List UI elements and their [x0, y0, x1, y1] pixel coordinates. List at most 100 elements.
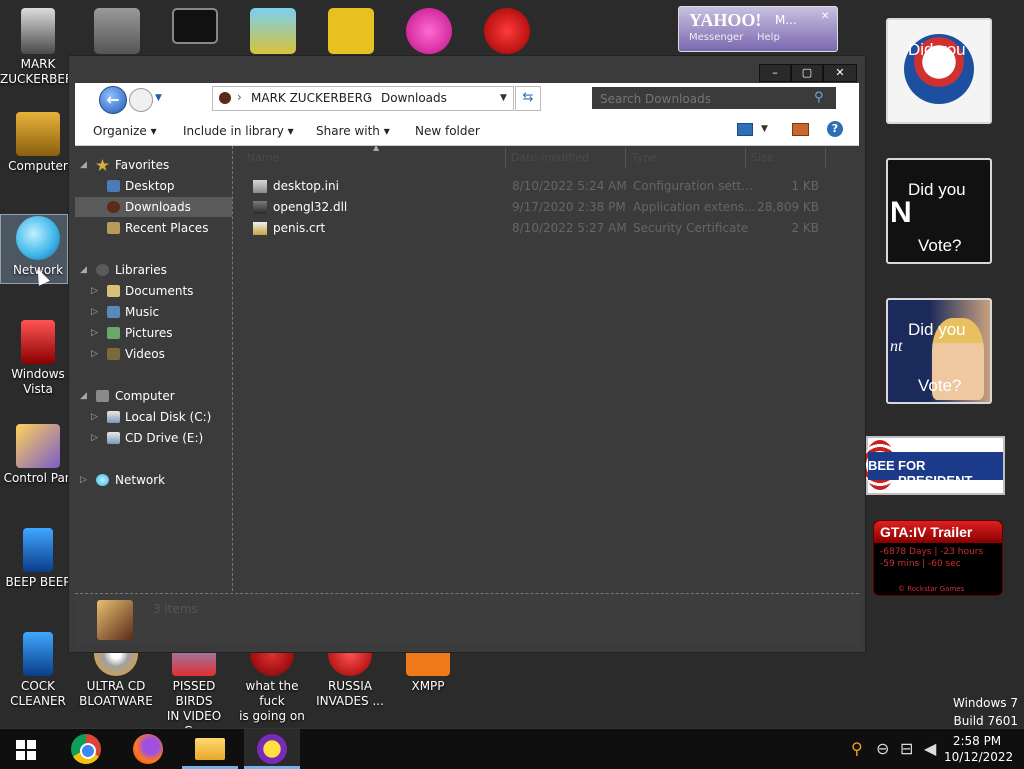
forward-button[interactable]: [129, 88, 153, 112]
taskbar-chrome[interactable]: [58, 729, 114, 769]
president-banner-gadget[interactable]: BEE FOR PRESIDENT: [864, 436, 1005, 495]
maximize-button[interactable]: ▢: [791, 64, 823, 82]
close-icon[interactable]: ✕: [821, 11, 829, 22]
sidebar-label: Libraries: [115, 263, 167, 277]
sidebar-item-pictures[interactable]: ▷ Pictures: [75, 323, 232, 343]
sidebar-item-cd-drive[interactable]: ▷ CD Drive (E:): [75, 428, 232, 448]
yahoo-messenger-gadget[interactable]: YAHOO! M... ✕ Messenger Help: [678, 6, 838, 52]
chevron-down-icon[interactable]: ▼: [761, 124, 768, 134]
sidebar-label: Videos: [125, 347, 165, 361]
taskbar-firefox[interactable]: [120, 729, 176, 769]
recent-places-icon: [107, 222, 120, 234]
column-header-type[interactable]: Type: [632, 151, 657, 164]
sidebar-item-videos[interactable]: ▷ Videos: [75, 344, 232, 364]
downloads-folder-large-icon: [97, 600, 133, 640]
taskbar-yahoo-messenger[interactable]: [244, 729, 300, 769]
desktop-icon-computer[interactable]: Computer: [0, 112, 76, 174]
minus-circle-icon[interactable]: ⊖: [876, 739, 889, 758]
breadcrumb-downloads[interactable]: Downloads: [381, 91, 447, 105]
sidebar-item-libraries[interactable]: ◢ Libraries: [75, 260, 232, 280]
search-box[interactable]: ⚲: [592, 87, 836, 111]
sidebar-item-documents[interactable]: ▷ Documents: [75, 281, 232, 301]
watermark-line1: Windows 7: [952, 696, 1018, 710]
vote-gadget-letter: nt: [890, 338, 903, 355]
search-icon[interactable]: ⚲: [851, 739, 863, 758]
table-row[interactable]: desktop.ini 8/10/2022 5:24 AM Configurat…: [233, 176, 859, 197]
yahoo-messenger-icon: [257, 734, 287, 764]
sidebar-item-computer[interactable]: ◢ Computer: [75, 386, 232, 406]
organize-button[interactable]: Organize ▾: [93, 124, 157, 138]
sidebar-label: Favorites: [115, 158, 170, 172]
desktop-icon-control-panel[interactable]: Control Pan: [0, 424, 76, 486]
search-icon[interactable]: ⚲: [814, 90, 824, 105]
new-folder-button[interactable]: New folder: [415, 124, 480, 138]
bad-piggies-icon[interactable]: [328, 8, 374, 54]
gta-countdown-line1: -6878 Days | -23 hours: [880, 547, 984, 557]
volume-icon[interactable]: ◀: [924, 739, 936, 758]
chrome-icon: [71, 734, 101, 764]
sidebar-label: Downloads: [125, 200, 191, 214]
sidebar-item-music[interactable]: ▷ Music: [75, 302, 232, 322]
desktop-icon-mark-zuckerberg[interactable]: MARK ZUCKERBERG: [0, 8, 83, 87]
paint-app-icon[interactable]: [406, 8, 452, 54]
help-icon[interactable]: ?: [827, 121, 843, 137]
search-input[interactable]: [592, 87, 812, 111]
preview-pane-icon[interactable]: [792, 123, 809, 136]
desktop-icon-windows-vista[interactable]: Windows Vista: [0, 320, 76, 397]
minimize-button[interactable]: –: [759, 64, 791, 82]
chevron-down-icon[interactable]: ▼: [500, 93, 507, 103]
share-with-button[interactable]: Share with ▾: [316, 124, 390, 138]
sidebar-item-network[interactable]: ▷ Network: [75, 470, 232, 490]
file-name: opengl32.dll: [273, 200, 348, 214]
network-tray-icon[interactable]: ⊟: [900, 739, 913, 758]
recent-pages-dropdown[interactable]: ▼: [155, 93, 162, 103]
sidebar-item-desktop[interactable]: Desktop: [75, 176, 232, 196]
desktop-icon-beep-beep[interactable]: BEEP BEEP: [0, 528, 76, 590]
clock-time: 2:58 PM: [952, 734, 1002, 748]
vote-gadget-n[interactable]: Did you N Vote?: [886, 158, 992, 264]
column-divider: [625, 148, 626, 168]
blue-file-icon: [23, 632, 53, 676]
vote-gadget-obama[interactable]: Did you: [886, 18, 992, 124]
view-options-icon[interactable]: [737, 123, 753, 136]
column-divider: [825, 148, 826, 168]
start-button[interactable]: [16, 740, 36, 760]
back-button[interactable]: ←: [99, 86, 127, 114]
file-list: Name ▲ Date modified Type Size desktop.i…: [233, 143, 859, 591]
column-header-size[interactable]: Size: [751, 151, 774, 164]
taskbar-file-explorer[interactable]: [182, 729, 238, 769]
command-prompt-icon[interactable]: [172, 8, 218, 44]
recycle-bin-icon: [21, 320, 55, 364]
clock-date: 10/12/2022: [944, 750, 1014, 764]
yahoo-brand: YAHOO!: [689, 10, 762, 30]
table-row[interactable]: opengl32.dll 9/17/2020 2:38 PM Applicati…: [233, 197, 859, 218]
dev-cpp-icon[interactable]: [484, 8, 530, 54]
sidebar-item-local-disk[interactable]: ▷ Local Disk (C:): [75, 407, 232, 427]
yahoo-help-link[interactable]: Help: [757, 32, 780, 43]
gta-countdown-gadget[interactable]: GTA:IV Trailer -6878 Days | -23 hours -5…: [873, 520, 1003, 596]
breadcrumb-user[interactable]: MARK ZUCKERBERG: [251, 91, 372, 105]
sidebar-item-favorites[interactable]: ◢ Favorites: [75, 155, 232, 175]
refresh-button[interactable]: ⇆: [515, 86, 541, 111]
desktop-icon-cock-cleaner[interactable]: COCK CLEANER: [0, 632, 76, 709]
sidebar-item-downloads[interactable]: Downloads: [75, 197, 232, 217]
table-row[interactable]: penis.crt 8/10/2022 5:27 AM Security Cer…: [233, 218, 859, 239]
printer-app-icon[interactable]: [250, 8, 296, 54]
close-button[interactable]: ✕: [823, 64, 857, 82]
sidebar-label: Desktop: [125, 179, 175, 193]
sidebar-item-recent-places[interactable]: Recent Places: [75, 218, 232, 238]
address-box[interactable]: › MARK ZUCKERBERG › Downloads ▼: [212, 86, 514, 111]
vote-gadget-hillary[interactable]: Did you nt Vote?: [886, 298, 992, 404]
column-header-name[interactable]: Name: [247, 151, 279, 164]
archive-icon[interactable]: [94, 8, 140, 54]
dll-file-icon: [253, 201, 267, 214]
command-bar: Organize ▾ Include in library ▾ Share wi…: [75, 117, 859, 146]
sidebar-label: Computer: [115, 389, 175, 403]
clock[interactable]: 2:58 PM 10/12/2022: [944, 733, 1014, 765]
column-header-date[interactable]: Date modified: [511, 151, 589, 164]
blue-file-icon: [23, 528, 53, 572]
folder-icon: [195, 738, 225, 760]
computer-icon: [96, 390, 109, 402]
file-date: 9/17/2020 2:38 PM: [512, 200, 626, 214]
include-in-library-button[interactable]: Include in library ▾: [183, 124, 294, 138]
